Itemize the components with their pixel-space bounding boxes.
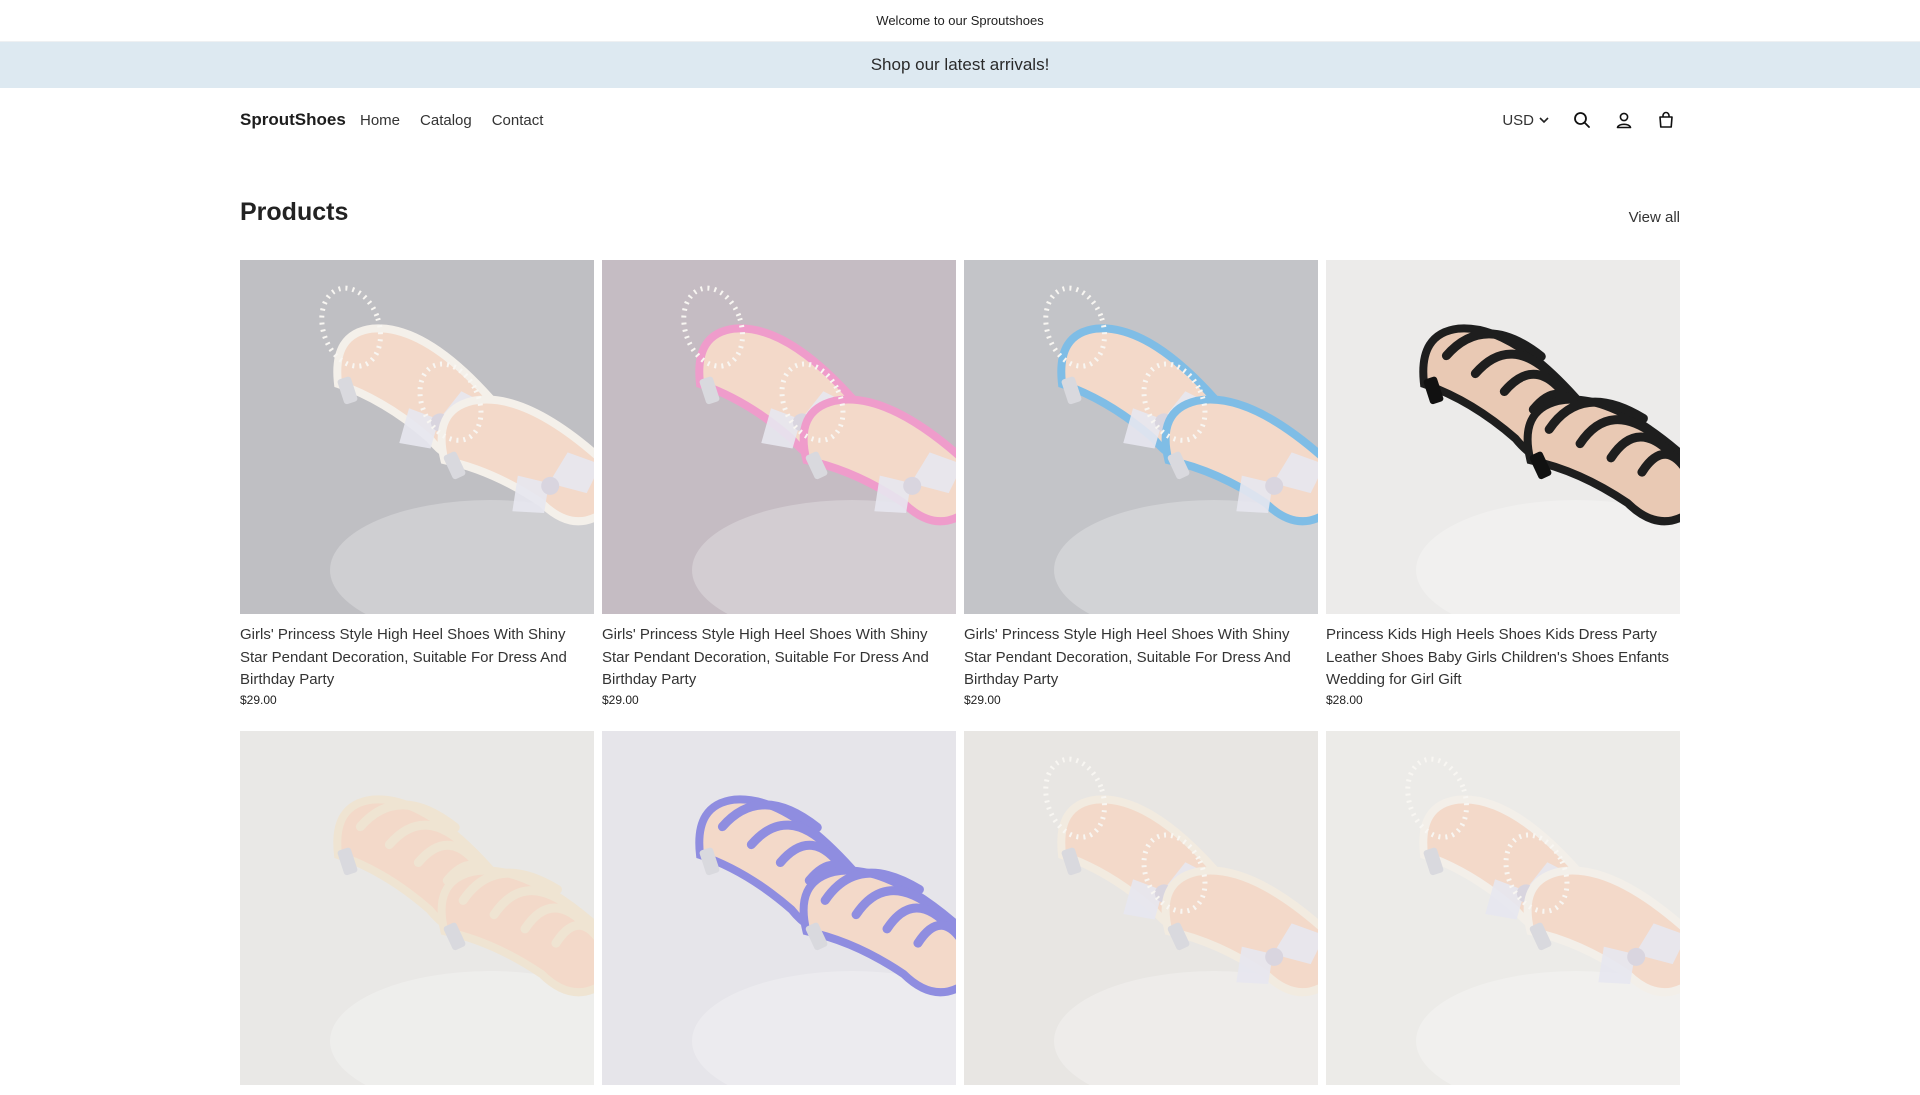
announcement-text: Welcome to our Sproutshoes — [876, 13, 1044, 28]
products-section-header: Products View all — [0, 158, 1920, 240]
sandal-illustration — [602, 730, 956, 1085]
search-icon — [1574, 112, 1590, 128]
product-image[interactable] — [1326, 730, 1680, 1085]
site-header: SproutShoes Home Catalog Contact USD — [0, 88, 1920, 158]
sandal-illustration — [1326, 730, 1680, 1085]
currency-label: USD — [1502, 111, 1534, 129]
header-tools: USD — [1502, 104, 1680, 136]
account-icon — [1616, 112, 1632, 129]
cart-icon — [1659, 111, 1673, 128]
chevron-down-icon — [1539, 117, 1549, 124]
product-card[interactable] — [602, 730, 956, 1095]
promo-banner[interactable]: Shop our latest arrivals! — [0, 42, 1920, 88]
sandal-illustration — [1326, 260, 1680, 614]
sandal-illustration — [964, 730, 1318, 1085]
promo-text: Shop our latest arrivals! — [870, 55, 1050, 74]
product-image[interactable] — [240, 260, 594, 614]
product-card[interactable]: Girls' Princess Style High Heel Shoes Wi… — [602, 260, 956, 707]
sandal-illustration — [240, 730, 594, 1085]
nav-catalog[interactable]: Catalog — [420, 112, 472, 129]
nav-home[interactable]: Home — [360, 112, 400, 129]
product-title[interactable]: Princess Kids High Heels Shoes Kids Dres… — [1326, 624, 1680, 692]
announcement-bar: Welcome to our Sproutshoes — [0, 0, 1920, 42]
product-card[interactable] — [240, 730, 594, 1095]
product-title[interactable]: Girls' Princess Style High Heel Shoes Wi… — [964, 624, 1318, 692]
product-card[interactable] — [1326, 730, 1680, 1095]
currency-selector[interactable]: USD — [1502, 112, 1554, 129]
sandal-illustration — [964, 260, 1318, 614]
product-price: $29.00 — [240, 692, 277, 707]
product-title[interactable]: Girls' Princess Style High Heel Shoes Wi… — [240, 624, 594, 692]
product-card[interactable]: Girls' Princess Style High Heel Shoes Wi… — [240, 260, 594, 707]
product-grid: Girls' Princess Style High Heel Shoes Wi… — [240, 260, 1680, 1095]
main-nav: Home Catalog Contact — [360, 112, 543, 129]
sandal-illustration — [240, 260, 594, 614]
product-card[interactable]: Princess Kids High Heels Shoes Kids Dres… — [1326, 260, 1680, 707]
view-all-link[interactable]: View all — [1629, 209, 1680, 226]
brand-logo[interactable]: SproutShoes — [240, 110, 346, 130]
product-card[interactable] — [964, 730, 1318, 1095]
product-card[interactable]: Girls' Princess Style High Heel Shoes Wi… — [964, 260, 1318, 707]
nav-contact[interactable]: Contact — [492, 112, 544, 129]
product-price: $28.00 — [1326, 692, 1363, 707]
product-image[interactable] — [602, 260, 956, 614]
search-button[interactable] — [1568, 106, 1596, 134]
product-image[interactable] — [964, 730, 1318, 1085]
cart-button[interactable] — [1652, 106, 1680, 134]
product-title[interactable]: Girls' Princess Style High Heel Shoes Wi… — [602, 624, 956, 692]
product-image[interactable] — [240, 730, 594, 1085]
product-price: $29.00 — [964, 692, 1001, 707]
account-button[interactable] — [1610, 106, 1638, 134]
product-image[interactable] — [1326, 260, 1680, 614]
product-image[interactable] — [964, 260, 1318, 614]
product-image[interactable] — [602, 730, 956, 1085]
product-price: $29.00 — [602, 692, 639, 707]
section-title: Products — [240, 198, 349, 226]
sandal-illustration — [602, 260, 956, 614]
